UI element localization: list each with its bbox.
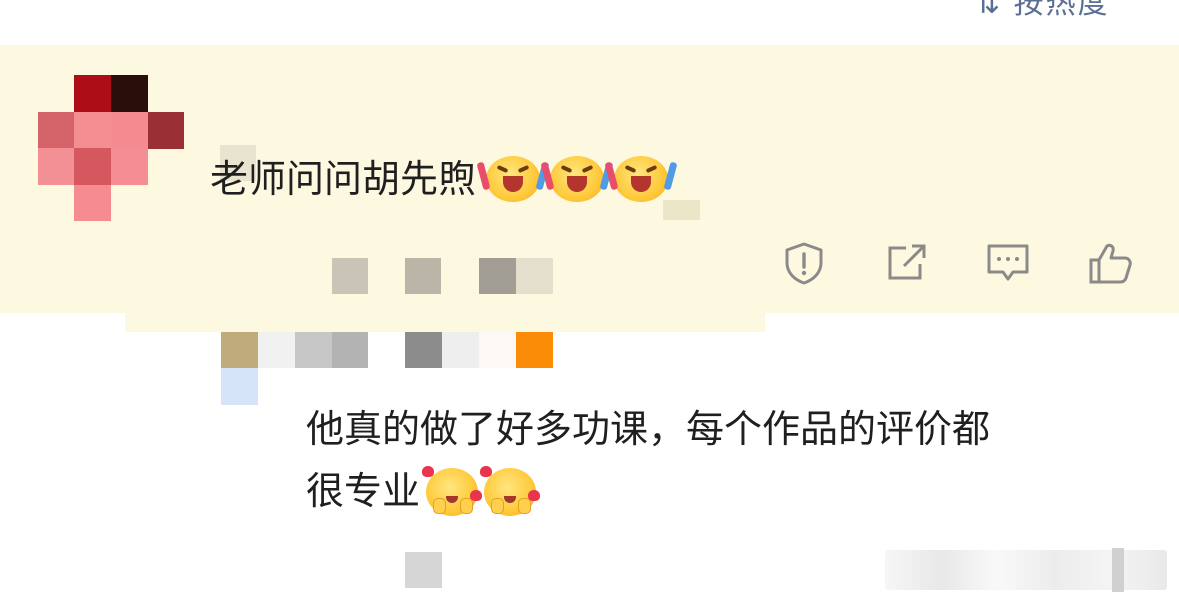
emoji-smudge — [663, 200, 700, 220]
comment-meta-blur — [479, 258, 516, 294]
reply-text: 他真的做了好多功课，每个作品的评价都 很专业 — [306, 398, 1126, 522]
comment-text: 老师问问胡先煦 — [210, 151, 678, 207]
laugh-cry-cheer-emoji-icon — [540, 156, 614, 202]
reply-avatar-side — [258, 332, 295, 368]
sort-by-hot-button[interactable]: ⇅ 按热度 — [975, 0, 1110, 22]
watermark-blur — [885, 550, 1167, 590]
reply-username-blur — [332, 332, 368, 368]
heart-blush-emoji-icon — [422, 466, 483, 516]
reply-username-blur — [479, 332, 516, 368]
reply-meta-blur — [405, 552, 442, 588]
heart-blush-emoji-icon — [480, 466, 541, 516]
reply-username-blur — [442, 332, 479, 368]
report-icon[interactable] — [781, 240, 827, 286]
comment-highlight-tail — [125, 300, 765, 332]
share-icon[interactable] — [884, 240, 930, 286]
like-icon[interactable] — [1087, 240, 1133, 286]
reply-avatar[interactable] — [221, 332, 258, 368]
reply-username-blur — [405, 332, 442, 368]
laugh-cry-cheer-emoji-icon — [476, 156, 550, 202]
laugh-cry-cheer-emoji-icon — [604, 156, 678, 202]
watermark-blur-bar — [1112, 548, 1124, 592]
comment-icon[interactable] — [985, 240, 1031, 286]
comment-meta-blur — [332, 258, 368, 294]
comment-meta-blur — [405, 258, 441, 294]
avatar[interactable] — [38, 75, 184, 221]
reply-badge — [516, 332, 553, 368]
comment-meta-blur — [516, 258, 553, 294]
reply-avatar-bottom — [221, 368, 258, 405]
reply-username-blur — [295, 332, 332, 368]
